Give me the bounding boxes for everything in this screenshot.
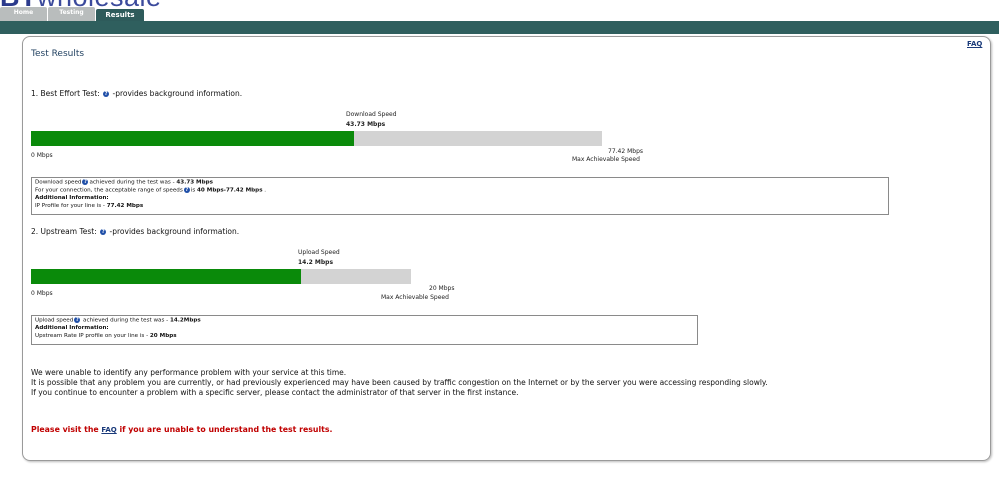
download-min-label: 0 Mbps <box>31 152 53 159</box>
result-message: If you continue to encounter a problem w… <box>31 388 519 397</box>
upload-max-value: 20 Mbps <box>429 285 455 292</box>
download-speed-value: 43.73 Mbps <box>346 121 386 128</box>
header-bar <box>0 21 999 34</box>
upload-speed-value: 14.2 Mbps <box>298 259 334 266</box>
upload-speed-label: Upload Speed <box>298 249 340 256</box>
result-message: It is possible that any problem you are … <box>31 378 768 387</box>
download-heading: 1. Best Effort Test: ? -provides backgro… <box>31 89 243 98</box>
page-title: Test Results <box>31 49 85 59</box>
upload-min-label: 0 Mbps <box>31 290 53 297</box>
upload-heading: 2. Upstream Test: ? -provides background… <box>31 227 240 236</box>
help-icon[interactable]: ? <box>82 179 89 185</box>
help-icon[interactable]: ? <box>103 91 110 97</box>
download-speed-fill <box>31 131 354 146</box>
upload-speed-bar <box>31 269 411 284</box>
help-icon[interactable]: ? <box>183 187 190 194</box>
faq-inline-link[interactable]: FAQ <box>101 426 116 434</box>
upload-info-box: Upload speed? achieved during the test w… <box>31 315 698 345</box>
result-message: We were unable to identify any performan… <box>31 368 347 377</box>
upload-max-label: Max Achievable Speed <box>381 294 449 301</box>
help-icon[interactable]: ? <box>100 229 107 235</box>
upload-speed-fill <box>31 269 301 284</box>
results-panel <box>22 36 991 461</box>
help-icon[interactable]: ? <box>74 317 81 323</box>
download-speed-bar <box>31 131 602 146</box>
tab-home[interactable]: Home <box>0 7 47 21</box>
download-max-label: Max Achievable Speed <box>572 156 640 163</box>
faq-link[interactable]: FAQ <box>967 40 982 48</box>
faq-note: Please visit the FAQ if you are unable t… <box>31 425 333 434</box>
download-max-value: 77.42 Mbps <box>608 148 644 155</box>
download-speed-label: Download Speed <box>346 111 397 118</box>
tab-testing[interactable]: Testing <box>48 7 95 21</box>
download-info-box: Download speed? achieved during the test … <box>31 177 889 215</box>
